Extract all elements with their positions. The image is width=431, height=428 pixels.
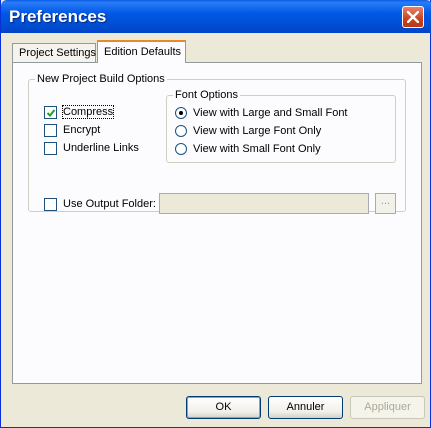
- output-folder-field[interactable]: [159, 193, 369, 214]
- encrypt-checkbox-row[interactable]: Encrypt: [44, 123, 100, 137]
- underline-links-checkbox-row[interactable]: Underline Links: [44, 141, 139, 155]
- font-options-group: Font Options View with Large and Small F…: [166, 89, 396, 163]
- radio-selected-dot: [179, 111, 183, 115]
- radio-label: View with Large and Small Font: [193, 107, 348, 119]
- close-icon: [407, 11, 419, 23]
- radio-small-font-only[interactable]: View with Small Font Only: [175, 142, 321, 156]
- radio-button[interactable]: [175, 125, 187, 137]
- tab-project-settings[interactable]: Project Settings: [12, 43, 96, 62]
- close-button[interactable]: [402, 6, 424, 28]
- tab-label: Edition Defaults: [104, 46, 182, 58]
- tab-edition-defaults[interactable]: Edition Defaults: [97, 40, 186, 63]
- encrypt-label: Encrypt: [63, 124, 101, 136]
- tab-label: Project Settings: [19, 47, 97, 59]
- compress-label: Compress: [61, 105, 115, 119]
- window-title: Preferences: [9, 7, 107, 26]
- radio-button[interactable]: [175, 107, 187, 119]
- radio-button[interactable]: [175, 143, 187, 155]
- underline-links-label: Underline Links: [63, 142, 139, 154]
- compress-checkbox[interactable]: [44, 105, 57, 119]
- radio-large-font-only[interactable]: View with Large Font Only: [175, 124, 321, 138]
- use-output-folder-checkbox[interactable]: [44, 197, 57, 211]
- use-output-folder-checkbox-row[interactable]: Use Output Folder:: [44, 197, 156, 211]
- font-options-legend: Font Options: [173, 89, 240, 101]
- encrypt-checkbox[interactable]: [44, 123, 57, 137]
- compress-checkbox-row[interactable]: Compress: [44, 105, 115, 119]
- build-options-legend: New Project Build Options: [35, 73, 167, 85]
- radio-label: View with Large Font Only: [193, 125, 322, 137]
- preferences-window: Preferences Project Settings Edition Def…: [0, 0, 431, 428]
- apply-button[interactable]: Appliquer: [350, 396, 425, 419]
- radio-large-and-small-font[interactable]: View with Large and Small Font: [175, 106, 348, 120]
- browse-button[interactable]: ...: [375, 193, 396, 214]
- build-options-group: New Project Build Options Compress Encry…: [28, 73, 406, 214]
- use-output-folder-label: Use Output Folder:: [63, 198, 156, 210]
- title-bar[interactable]: Preferences: [1, 0, 431, 33]
- radio-label: View with Small Font Only: [193, 143, 321, 155]
- underline-links-checkbox[interactable]: [44, 141, 57, 155]
- checkmark-icon: [46, 108, 56, 117]
- ok-button[interactable]: OK: [186, 396, 261, 419]
- tab-panel-edition-defaults: New Project Build Options Compress Encry…: [12, 62, 422, 384]
- cancel-button[interactable]: Annuler: [268, 396, 343, 419]
